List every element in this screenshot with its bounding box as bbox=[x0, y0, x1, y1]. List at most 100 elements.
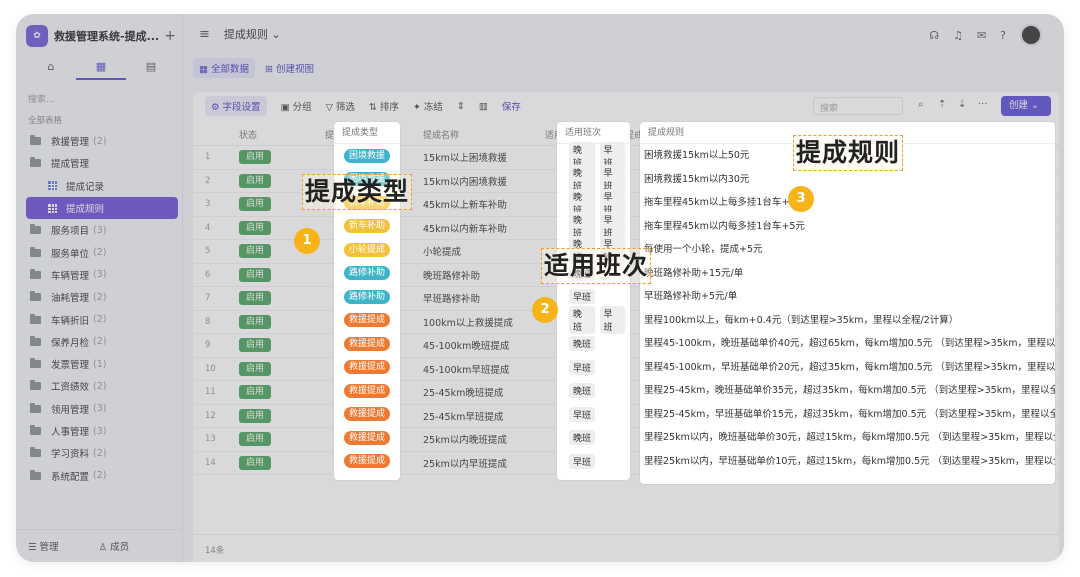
rule-text-cell[interactable]: 里程100km以上，每km+0.4元（到达里程>35km，里程以全程/2计算） bbox=[640, 309, 1055, 333]
sidebar-item[interactable]: 领用管理 (3) bbox=[26, 398, 178, 420]
name-cell[interactable]: 25km以内早班提成 bbox=[409, 456, 533, 470]
rule-text-cell[interactable]: 晚班路修补助+15元/单 bbox=[640, 262, 1055, 286]
status-cell[interactable]: 启用 bbox=[231, 314, 311, 329]
name-cell[interactable]: 25km以内晚班提成 bbox=[409, 432, 533, 446]
name-cell[interactable]: 早班路修补助 bbox=[409, 291, 533, 305]
rule-text-cell[interactable]: 里程45-100km，晚班基础单价40元，超过65km，每km增加0.5元 （到… bbox=[640, 332, 1055, 356]
doc-tab-icon[interactable]: ▤ bbox=[126, 56, 176, 80]
group-button[interactable]: ▣ 分组 bbox=[281, 99, 312, 113]
type-tag-cell[interactable]: 困境救援 bbox=[334, 144, 400, 168]
status-cell[interactable]: 启用 bbox=[231, 197, 311, 212]
sidebar-item[interactable]: 工资绩效 (2) bbox=[26, 375, 178, 397]
type-tag-cell[interactable]: 路修补助 bbox=[334, 285, 400, 309]
chevron-down-icon[interactable]: ⌄ bbox=[268, 28, 280, 41]
freeze-button[interactable]: ✦ 冻结 bbox=[413, 99, 443, 113]
sidebar-item[interactable]: 服务单位 (2) bbox=[26, 241, 178, 263]
type-tag-cell[interactable]: 救援提成 bbox=[334, 403, 400, 427]
upload-icon[interactable]: ⇡ bbox=[938, 99, 946, 110]
header-name[interactable]: 提成名称 bbox=[409, 128, 533, 141]
rule-text-cell[interactable]: 困境救援15km以内30元 bbox=[640, 168, 1055, 192]
type-tag-cell[interactable]: 救援提成 bbox=[334, 356, 400, 380]
sidebar-item[interactable]: 人事管理 (3) bbox=[26, 420, 178, 442]
rule-text-cell[interactable]: 里程45-100km，早班基础单价20元，超过35km，每km增加0.5元 （到… bbox=[640, 356, 1055, 380]
name-cell[interactable]: 15km以内困境救援 bbox=[409, 174, 533, 188]
type-tag-cell[interactable]: 路修补助 bbox=[334, 262, 400, 286]
type-tag-cell[interactable]: 救援提成 bbox=[334, 450, 400, 474]
members-button[interactable]: ♙ 成员 bbox=[99, 539, 150, 553]
name-cell[interactable]: 15km以上困境救援 bbox=[409, 150, 533, 164]
name-cell[interactable]: 45-100km晚班提成 bbox=[409, 338, 533, 352]
shift-tags-cell[interactable]: 晚班 早班 bbox=[557, 188, 630, 217]
sidebar-search-input[interactable]: 搜索... bbox=[28, 92, 55, 105]
name-cell[interactable]: 晚班路修补助 bbox=[409, 268, 533, 282]
help-icon[interactable]: ? bbox=[1000, 29, 1006, 42]
more-icon[interactable]: ··· bbox=[978, 99, 988, 110]
type-tag-cell[interactable]: 救援提成 bbox=[334, 426, 400, 450]
sidebar-item[interactable]: 提成规则 bbox=[26, 196, 178, 220]
sort-button[interactable]: ⇅ 排序 bbox=[369, 99, 399, 113]
page-title[interactable]: 提成规则 bbox=[224, 26, 268, 42]
home-tab-icon[interactable]: ⌂ bbox=[26, 56, 76, 80]
name-cell[interactable]: 25-45km晚班提成 bbox=[409, 385, 533, 399]
menu-icon[interactable]: ≡ bbox=[199, 27, 210, 42]
rule-text-cell[interactable]: 里程25km以内，晚班基础单价30元，超过15km，每km增加0.5元 （到达里… bbox=[640, 426, 1055, 450]
sidebar-item[interactable]: 系统配置 (2) bbox=[26, 464, 178, 486]
create-button[interactable]: 创建 ⌄ bbox=[1001, 96, 1051, 116]
sidebar-item[interactable]: 发票管理 (1) bbox=[26, 353, 178, 375]
table-tab-icon[interactable]: ▦ bbox=[76, 56, 126, 80]
type-tag-cell[interactable]: 救援提成 bbox=[334, 309, 400, 333]
name-cell[interactable]: 45km以内新车补助 bbox=[409, 221, 533, 235]
shift-tags-cell[interactable]: 晚班 早班 bbox=[557, 141, 630, 170]
download-icon[interactable]: ⇣ bbox=[958, 99, 966, 110]
status-cell[interactable]: 启用 bbox=[231, 455, 311, 470]
headset-icon[interactable]: ☊ bbox=[929, 29, 939, 42]
sidebar-item[interactable]: 保养月检 (2) bbox=[26, 331, 178, 353]
rule-text-cell[interactable]: 早班路修补助+5元/单 bbox=[640, 285, 1055, 309]
shift-tags-cell[interactable]: 早班 bbox=[557, 403, 630, 427]
status-cell[interactable]: 启用 bbox=[231, 338, 311, 353]
sidebar-item[interactable]: 提成记录 bbox=[26, 175, 178, 197]
status-cell[interactable]: 启用 bbox=[231, 432, 311, 447]
status-cell[interactable]: 启用 bbox=[231, 361, 311, 376]
sidebar-item[interactable]: 车辆折旧 (2) bbox=[26, 308, 178, 330]
search-input[interactable]: 搜索 bbox=[813, 97, 903, 115]
shift-tags-cell[interactable]: 晚班 bbox=[557, 332, 630, 356]
shift-tags-cell[interactable]: 晚班 bbox=[557, 426, 630, 450]
name-cell[interactable]: 小轮提成 bbox=[409, 244, 533, 258]
app-title[interactable]: 救援管理系统-提成... bbox=[54, 28, 158, 44]
create-view-button[interactable]: ⊞ 创建视图 bbox=[265, 61, 314, 75]
chart-icon[interactable]: ▥ bbox=[479, 101, 488, 112]
shift-tags-cell[interactable]: 早班 bbox=[557, 356, 630, 380]
shift-tags-cell[interactable]: 晚班 早班 bbox=[557, 212, 630, 241]
type-tag-cell[interactable]: 救援提成 bbox=[334, 379, 400, 403]
type-tag-cell[interactable]: 新车补助 bbox=[334, 215, 400, 239]
sidebar-item[interactable]: 车辆管理 (3) bbox=[26, 264, 178, 286]
type-tag-cell[interactable]: 小轮提成 bbox=[334, 238, 400, 262]
status-cell[interactable]: 启用 bbox=[231, 150, 311, 165]
filter-button[interactable]: ▽ 筛选 bbox=[326, 99, 355, 113]
type-tag-cell[interactable]: 救援提成 bbox=[334, 332, 400, 356]
sidebar-item[interactable]: 油耗管理 (2) bbox=[26, 286, 178, 308]
shift-tags-cell[interactable]: 早班 bbox=[557, 450, 630, 474]
sidebar-item[interactable]: 提成管理 bbox=[26, 152, 178, 174]
avatar[interactable] bbox=[1020, 24, 1042, 46]
manage-button[interactable]: ☰ 管理 bbox=[28, 539, 79, 553]
rule-text-cell[interactable]: 里程25-45km，晚班基础单价35元，超过35km，每km增加0.5元 （到达… bbox=[640, 379, 1055, 403]
shift-tags-cell[interactable]: 晚班 早班 bbox=[557, 306, 630, 335]
view-all-data[interactable]: ▦ 全部数据 bbox=[193, 58, 256, 78]
shift-tags-cell[interactable]: 晚班 bbox=[557, 379, 630, 403]
status-cell[interactable]: 启用 bbox=[231, 267, 311, 282]
save-button[interactable]: 保存 bbox=[502, 99, 521, 113]
search-icon[interactable]: ⌕ bbox=[918, 99, 924, 110]
sidebar-item[interactable]: 学习资料 (2) bbox=[26, 442, 178, 464]
status-cell[interactable]: 启用 bbox=[231, 291, 311, 306]
status-cell[interactable]: 启用 bbox=[231, 385, 311, 400]
rule-text-cell[interactable]: 拖车里程45km以内每多挂1台车+5元 bbox=[640, 215, 1055, 239]
bell-icon[interactable]: ♫ bbox=[953, 29, 963, 42]
rule-text-cell[interactable]: 拖车里程45km以上每多挂1台车+10元 bbox=[640, 191, 1055, 215]
rule-text-cell[interactable]: 每使用一个小轮，提成+5元 bbox=[640, 238, 1055, 262]
field-settings-button[interactable]: ⚙ 字段设置 bbox=[205, 96, 267, 116]
message-icon[interactable]: ✉ bbox=[977, 29, 986, 42]
add-icon[interactable]: + bbox=[164, 28, 176, 44]
name-cell[interactable]: 45km以上新车补助 bbox=[409, 197, 533, 211]
